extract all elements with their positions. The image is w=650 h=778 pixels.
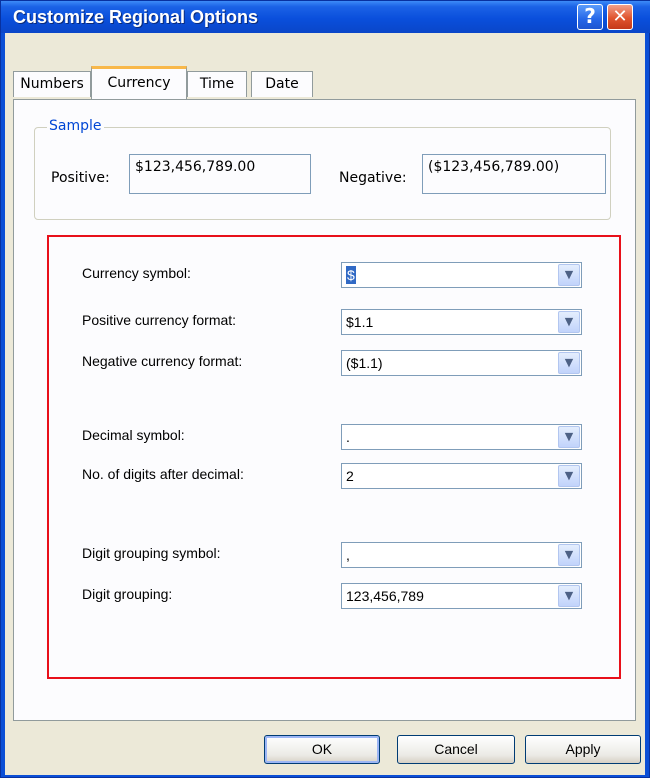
sample-groupbox: Sample Positive: $123,456,789.00 Negativ…: [34, 118, 611, 220]
grouping-symbol-label: Digit grouping symbol:: [82, 545, 221, 561]
tab-strip: Numbers Currency Time Date: [5, 33, 645, 103]
positive-format-combo[interactable]: $1.1 ▼: [341, 309, 582, 335]
positive-sample-value: $123,456,789.00: [129, 154, 311, 194]
negative-format-value[interactable]: ($1.1): [346, 354, 383, 372]
positive-format-label: Positive currency format:: [82, 312, 237, 328]
digits-after-decimal-label: No. of digits after decimal:: [82, 466, 244, 482]
close-icon: ✕: [612, 6, 628, 27]
decimal-symbol-combo[interactable]: . ▼: [341, 424, 582, 450]
decimal-symbol-label: Decimal symbol:: [82, 427, 185, 443]
tab-time[interactable]: Time: [187, 71, 247, 97]
window-title: Customize Regional Options: [13, 7, 259, 27]
positive-sample-label: Positive:: [51, 170, 110, 186]
digit-grouping-label: Digit grouping:: [82, 586, 173, 602]
decimal-symbol-value[interactable]: .: [346, 428, 350, 446]
negative-sample-label: Negative:: [339, 170, 407, 186]
tab-panel-currency: Sample Positive: $123,456,789.00 Negativ…: [13, 99, 636, 721]
chevron-down-icon[interactable]: ▼: [558, 311, 580, 333]
digits-after-decimal-combo[interactable]: 2 ▼: [341, 463, 582, 489]
tab-date[interactable]: Date: [251, 71, 313, 97]
chevron-down-icon[interactable]: ▼: [558, 585, 580, 607]
negative-sample-value: ($123,456,789.00): [422, 154, 606, 194]
apply-button[interactable]: Apply: [525, 735, 641, 764]
currency-symbol-combo[interactable]: $ ▼: [341, 262, 582, 288]
digit-grouping-combo[interactable]: 123,456,789 ▼: [341, 583, 582, 609]
negative-format-combo[interactable]: ($1.1) ▼: [341, 350, 582, 376]
currency-symbol-value[interactable]: $: [346, 266, 356, 284]
dialog-window: Customize Regional Options ? ✕ Numbers C…: [0, 0, 650, 778]
digit-grouping-value[interactable]: 123,456,789: [346, 587, 424, 605]
tab-numbers[interactable]: Numbers: [13, 71, 91, 97]
grouping-symbol-value[interactable]: ,: [346, 546, 350, 564]
close-button[interactable]: ✕: [607, 4, 633, 30]
title-bar[interactable]: Customize Regional Options ? ✕: [1, 1, 650, 33]
cancel-button[interactable]: Cancel: [397, 735, 515, 764]
sample-legend: Sample: [47, 118, 104, 134]
dialog-client-area: Numbers Currency Time Date Sample Positi…: [5, 33, 645, 775]
chevron-down-icon[interactable]: ▼: [558, 352, 580, 374]
help-button[interactable]: ?: [577, 4, 603, 30]
chevron-down-icon[interactable]: ▼: [558, 426, 580, 448]
grouping-symbol-combo[interactable]: , ▼: [341, 542, 582, 568]
chevron-down-icon[interactable]: ▼: [558, 264, 580, 286]
negative-format-label: Negative currency format:: [82, 353, 243, 369]
highlight-box: Currency symbol: $ ▼ Positive currency f…: [47, 235, 621, 679]
tab-currency[interactable]: Currency: [91, 66, 187, 99]
currency-symbol-label: Currency symbol:: [82, 265, 191, 281]
chevron-down-icon[interactable]: ▼: [558, 544, 580, 566]
digits-after-decimal-value[interactable]: 2: [346, 467, 354, 485]
ok-button[interactable]: OK: [264, 735, 380, 764]
positive-format-value[interactable]: $1.1: [346, 313, 373, 331]
chevron-down-icon[interactable]: ▼: [558, 465, 580, 487]
question-mark-icon: ?: [584, 4, 596, 28]
